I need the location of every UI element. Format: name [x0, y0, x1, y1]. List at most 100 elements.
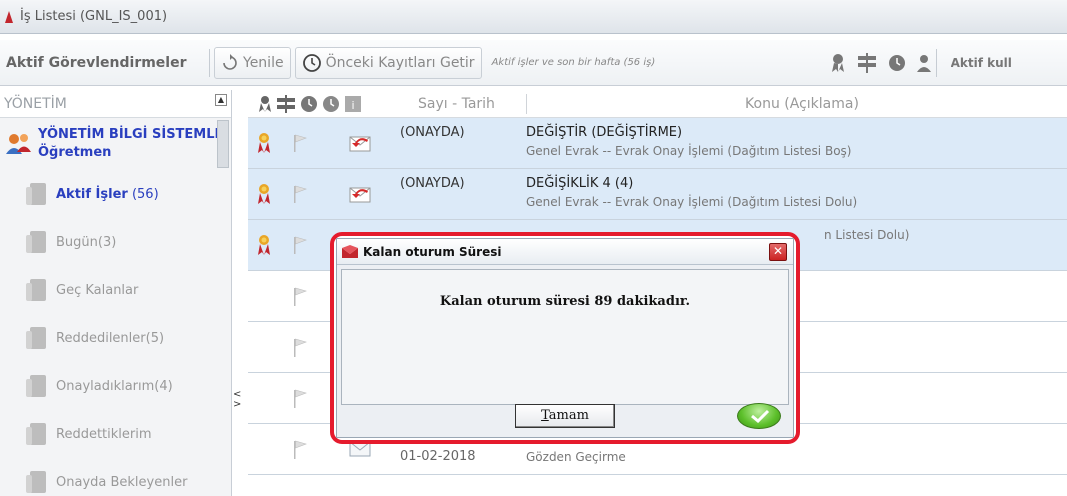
flag-icon[interactable]	[293, 387, 307, 409]
window-title: İş Listesi (GNL_IS_001)	[20, 9, 168, 24]
clock-filter-icon[interactable]	[888, 54, 906, 72]
sidebar-item-label: Aktif İşler	[56, 186, 128, 202]
ribbon-badge-icon	[258, 133, 270, 153]
section-title: Aktif Görevlendirmeler	[6, 54, 187, 71]
signpost-filter-icon[interactable]	[856, 52, 878, 73]
sidebar: YÖNETİM ▲ YÖNETİM BİLGİ SİSTEMLE Öğretme…	[0, 90, 232, 496]
close-icon[interactable]: ✕	[769, 243, 787, 261]
user-group-icon	[6, 134, 31, 154]
toolbar-divider	[209, 48, 210, 77]
active-user-label: Aktif kull	[950, 55, 1012, 70]
sidebar-item-label: Onayladıklarım(4)	[56, 378, 173, 394]
flag-icon[interactable]	[293, 236, 307, 254]
grid-header-icons: i	[248, 94, 418, 113]
ribbon-badge-icon	[258, 184, 270, 204]
load-history-label: Önceki Kayıtları Getir	[325, 54, 475, 71]
column-divider	[526, 93, 527, 114]
flag-icon[interactable]	[293, 336, 307, 358]
cell-number-date: (ONAYDA)	[400, 169, 526, 193]
column-header-number-date[interactable]: Sayı - Tarih	[418, 96, 526, 112]
svg-text:i: i	[351, 99, 354, 112]
sidebar-item-label: Reddettiklerim	[56, 426, 152, 442]
folder-icon	[26, 423, 46, 445]
sidebar-user-role: Öğretmen	[38, 145, 112, 160]
sidebar-item-pending-approval[interactable]: Onayda Bekleyenler	[0, 458, 231, 496]
folder-icon	[26, 231, 46, 253]
folder-icon	[26, 183, 46, 205]
sidebar-item-label: Bugün(3)	[56, 234, 117, 250]
ok-button-mnemonic: T	[541, 408, 549, 423]
sidebar-header-label: YÖNETİM	[4, 95, 67, 112]
sidebar-item-approved-by-me[interactable]: Onayladıklarım(4)	[0, 362, 231, 410]
dialog-footer: Tamam	[341, 399, 789, 433]
reply-mail-icon	[349, 136, 371, 152]
filter-note: Aktif işler ve son bir hafta (56 iş)	[491, 57, 656, 68]
sidebar-item-count: (56)	[131, 186, 159, 202]
splitter-toggle[interactable]: < >	[233, 390, 245, 410]
sidebar-item-label: Reddedilenler(5)	[56, 330, 165, 346]
cell-subject: DEĞİŞİKLİK 4 (4) Genel Evrak -- Evrak On…	[526, 169, 1067, 211]
cell-number: (ONAYDA)	[400, 176, 465, 191]
cell-subject-title: DEĞİŞTİR (DEĞİŞTİRME)	[526, 125, 683, 140]
folder-icon	[26, 375, 46, 397]
sidebar-item-active-jobs[interactable]: Aktif İşler (56)	[0, 170, 231, 218]
sidebar-item-label: Geç Kalanlar	[56, 282, 139, 298]
cell-subject: DEĞİŞTİR (DEĞİŞTİRME) Genel Evrak -- Evr…	[526, 118, 1067, 160]
cell-subject-title: DEĞİŞİKLİK 4 (4)	[526, 176, 634, 191]
clock-alt-column-icon[interactable]	[322, 95, 340, 113]
checkmark-icon	[737, 403, 781, 429]
dialog-titlebar[interactable]: Kalan oturum Süresi ✕	[337, 239, 793, 265]
toolbar: Aktif Görevlendirmeler Yenile Önceki Kay…	[0, 40, 1067, 86]
cell-subject-desc: Genel Evrak -- Evrak Onay İşlemi (Dağıtı…	[526, 144, 852, 158]
sidebar-collapse-button[interactable]: ▲	[215, 94, 227, 106]
flag-icon[interactable]	[293, 285, 307, 307]
cell-number: (ONAYDA)	[400, 125, 465, 140]
ribbon-badge-icon	[258, 235, 270, 255]
table-row[interactable]: (ONAYDA) DEĞİŞİKLİK 4 (4) Genel Evrak --…	[248, 169, 1067, 220]
folder-icon	[26, 327, 46, 349]
ok-button-label: amam	[548, 408, 589, 423]
sidebar-scrollbar[interactable]	[217, 120, 229, 168]
sidebar-item-late[interactable]: Geç Kalanlar	[0, 266, 231, 314]
signpost-column-icon[interactable]	[276, 94, 296, 113]
cell-date: 01-02-2018	[400, 449, 476, 464]
toolbar-icon-group	[830, 52, 932, 73]
sidebar-item-today[interactable]: Bugün(3)	[0, 218, 231, 266]
sidebar-header: YÖNETİM ▲	[0, 90, 231, 118]
load-history-button[interactable]: Önceki Kayıtları Getir	[294, 46, 482, 79]
folder-icon	[26, 279, 46, 301]
app-icon	[5, 10, 13, 23]
ribbon-filter-icon[interactable]	[830, 53, 846, 73]
toolbar-divider-2	[935, 48, 937, 77]
folder-icon	[26, 471, 46, 493]
ok-button[interactable]: Tamam	[515, 404, 615, 428]
info-column-icon[interactable]: i	[344, 95, 362, 113]
window-titlebar: İş Listesi (GNL_IS_001)	[0, 0, 1067, 34]
dialog-frame: Kalan oturum Süresi ✕ Kalan oturum süres…	[336, 238, 794, 438]
dialog-body: Kalan oturum süresi 89 dakikadır.	[341, 269, 789, 405]
sidebar-item-rejected[interactable]: Reddedilenler(5)	[0, 314, 231, 362]
cell-number-date: (ONAYDA)	[400, 118, 526, 142]
sidebar-user[interactable]: YÖNETİM BİLGİ SİSTEMLE Öğretmen	[0, 118, 231, 170]
cell-subject-desc: Genel Evrak -- Evrak Onay İşlemi (Dağıtı…	[526, 195, 858, 209]
app-logo-icon	[342, 244, 358, 258]
sidebar-user-name: YÖNETİM BİLGİ SİSTEMLE	[38, 127, 224, 142]
flag-icon[interactable]	[293, 134, 307, 152]
reply-mail-icon	[349, 187, 371, 203]
user-filter-icon[interactable]	[916, 54, 932, 72]
flag-icon[interactable]	[293, 185, 307, 203]
session-timeout-dialog: Kalan oturum Süresi ✕ Kalan oturum süres…	[330, 232, 800, 444]
refresh-button[interactable]: Yenile	[214, 46, 291, 79]
dialog-message: Kalan oturum süresi 89 dakikadır.	[439, 294, 691, 309]
table-row[interactable]: (ONAYDA) DEĞİŞTİR (DEĞİŞTİRME) Genel Evr…	[248, 118, 1067, 169]
clock-history-icon	[302, 53, 321, 72]
refresh-icon	[223, 53, 237, 70]
flag-icon[interactable]	[293, 438, 307, 460]
sidebar-item-label: Onayda Bekleyenler	[56, 474, 188, 490]
clock-column-icon[interactable]	[300, 95, 318, 113]
sidebar-item-rejected-by-me[interactable]: Reddettiklerim	[0, 410, 231, 458]
refresh-label: Yenile	[243, 54, 284, 71]
column-header-subject[interactable]: Konu (Açıklama)	[537, 96, 1067, 112]
ribbon-column-icon[interactable]	[258, 95, 272, 113]
cell-subject-desc: Gözden Geçirme	[526, 450, 626, 464]
